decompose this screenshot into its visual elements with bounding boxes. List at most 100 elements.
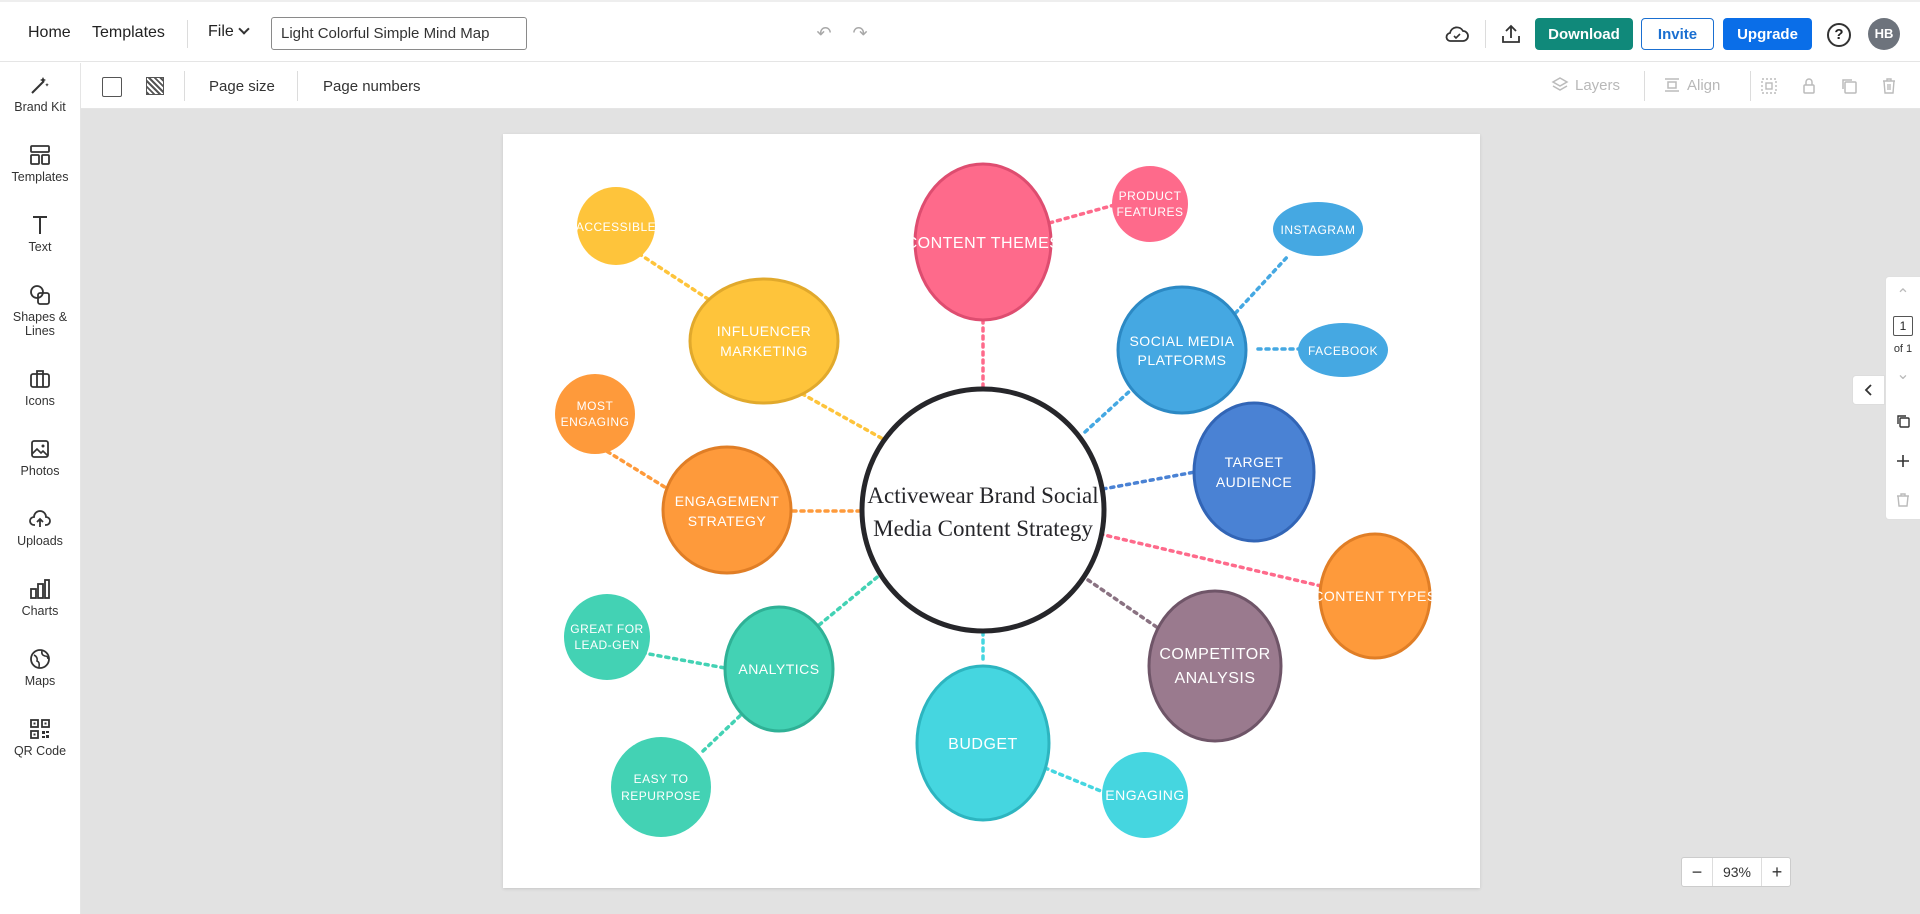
divider	[1750, 71, 1751, 101]
download-button[interactable]: Download	[1535, 18, 1633, 50]
trash-icon[interactable]	[1880, 77, 1898, 95]
sidebar-item-qr-code[interactable]: QR Code	[0, 717, 80, 758]
svg-text:CONTENT THEMES: CONTENT THEMES	[906, 235, 1061, 252]
sidebar-item-text[interactable]: Text	[0, 213, 80, 254]
lock-icon[interactable]	[1800, 77, 1818, 95]
share-upload-icon[interactable]	[1497, 20, 1525, 48]
node-most-engaging[interactable]: MOST ENGAGING	[555, 374, 635, 454]
node-label: FEATURES	[1116, 205, 1183, 219]
photo-icon	[31, 440, 49, 458]
divider	[184, 71, 185, 101]
collapse-panel-button[interactable]	[1852, 375, 1885, 405]
node-label: BUDGET	[948, 736, 1018, 753]
node-easy-to-repurpose[interactable]: EASY TO REPURPOSE	[611, 737, 711, 837]
transparency-pattern-icon[interactable]	[146, 77, 164, 95]
zoom-level[interactable]: 93%	[1712, 858, 1762, 886]
node-label: TARGET	[1225, 454, 1284, 470]
sidebar-item-label: Maps	[24, 674, 56, 688]
connector	[1040, 202, 1120, 227]
globe-icon	[30, 649, 50, 669]
svg-text:FACEBOOK: FACEBOOK	[1308, 344, 1378, 358]
file-menu[interactable]: File	[208, 23, 250, 41]
background-color-swatch[interactable]	[102, 77, 122, 97]
invite-button[interactable]: Invite	[1641, 18, 1714, 50]
align-button[interactable]: Align	[1663, 76, 1720, 94]
svg-text:MOST: MOST	[577, 399, 614, 413]
sidebar-item-photos[interactable]: Photos	[0, 437, 80, 478]
document-title-input[interactable]	[271, 17, 527, 50]
sidebar-item-uploads[interactable]: Uploads	[0, 507, 80, 548]
node-competitor-analysis[interactable]: COMPETITOR ANALYSIS	[1147, 589, 1283, 743]
node-analytics[interactable]: ANALYTICS	[723, 605, 835, 733]
sidebar-item-templates[interactable]: Templates	[0, 143, 80, 184]
layers-button[interactable]: Layers	[1551, 76, 1620, 94]
svg-text:Activewear Brand Social: Activewear Brand Social	[867, 483, 1098, 508]
delete-page-icon[interactable]	[1895, 492, 1911, 508]
svg-text:STRATEGY: STRATEGY	[688, 513, 767, 529]
add-page-icon[interactable]	[1895, 453, 1911, 469]
zoom-out-button[interactable]: −	[1682, 858, 1712, 886]
shapes-icon	[30, 285, 50, 305]
node-label: ENGAGING	[1105, 787, 1184, 803]
svg-text:COMPETITOR: COMPETITOR	[1159, 646, 1270, 663]
svg-text:EASY TO: EASY TO	[634, 772, 689, 786]
svg-text:INSTAGRAM: INSTAGRAM	[1281, 223, 1356, 237]
node-great-for-leadgen[interactable]: GREAT FOR LEAD-GEN	[564, 594, 650, 680]
upgrade-button[interactable]: Upgrade	[1723, 18, 1812, 50]
sidebar-item-label: Shapes & Lines	[12, 310, 68, 338]
templates-link[interactable]: Templates	[92, 24, 165, 42]
cloud-sync-icon[interactable]	[1443, 20, 1471, 48]
node-engaging[interactable]: ENGAGING	[1102, 752, 1188, 838]
avatar[interactable]: HB	[1868, 18, 1900, 50]
top-bar: Home Templates File ↶ ↷ Download Invite …	[0, 0, 1920, 62]
help-icon[interactable]: ?	[1827, 23, 1851, 47]
node-label: LEAD-GEN	[574, 638, 639, 652]
redo-icon[interactable]: ↷	[850, 23, 870, 43]
svg-text:FEATURES: FEATURES	[1116, 205, 1183, 219]
duplicate-page-icon[interactable]	[1895, 413, 1911, 429]
node-label: FACEBOOK	[1308, 344, 1378, 358]
duplicate-icon[interactable]	[1840, 77, 1858, 95]
text-icon	[33, 216, 47, 234]
node-label: STRATEGY	[688, 513, 767, 529]
sidebar-item-maps[interactable]: Maps	[0, 647, 80, 688]
group-icon[interactable]	[1760, 77, 1778, 95]
central-topic-line: Activewear Brand Social	[867, 483, 1098, 508]
node-social-media-platforms[interactable]: SOCIAL MEDIA PLATFORMS	[1116, 285, 1248, 415]
divider	[187, 20, 188, 48]
sidebar-item-charts[interactable]: Charts	[0, 577, 80, 618]
sidebar-item-icons[interactable]: Icons	[0, 367, 80, 408]
page-size-button[interactable]: Page size	[209, 78, 275, 95]
node-product-features[interactable]: PRODUCT FEATURES	[1112, 166, 1188, 242]
node-content-themes[interactable]: CONTENT THEMES	[906, 162, 1061, 322]
chevron-down-icon[interactable]: ⌄	[1892, 364, 1914, 386]
node-central-topic[interactable]: Activewear Brand Social Media Content St…	[859, 386, 1107, 634]
node-label: CONTENT TYPES	[1313, 588, 1436, 604]
zoom-in-button[interactable]: +	[1762, 858, 1792, 886]
node-label: INSTAGRAM	[1281, 223, 1356, 237]
node-budget[interactable]: BUDGET	[915, 664, 1051, 822]
node-influencer-marketing[interactable]: INFLUENCER MARKETING	[688, 277, 840, 405]
sidebar-item-brand-kit[interactable]: Brand Kit	[0, 73, 80, 114]
undo-icon[interactable]: ↶	[814, 23, 834, 43]
briefcase-icon	[30, 370, 50, 388]
design-page[interactable]: ACCESSIBLE INFLUENCER MARKETING MOST ENGAG…	[503, 134, 1480, 888]
zoom-control: − 93% +	[1681, 857, 1791, 887]
home-link[interactable]: Home	[28, 24, 71, 42]
chevron-up-icon[interactable]: ⌃	[1892, 285, 1914, 307]
node-target-audience[interactable]: TARGET AUDIENCE	[1192, 401, 1316, 543]
svg-text:ANALYSIS: ANALYSIS	[1174, 670, 1255, 687]
node-facebook[interactable]: FACEBOOK	[1298, 323, 1388, 377]
svg-text:REPURPOSE: REPURPOSE	[621, 789, 701, 803]
node-label: ENGAGING	[561, 415, 630, 429]
connector	[1043, 766, 1110, 796]
node-instagram[interactable]: INSTAGRAM	[1273, 202, 1363, 256]
page-numbers-button[interactable]: Page numbers	[323, 78, 421, 95]
svg-text:PLATFORMS: PLATFORMS	[1137, 352, 1226, 368]
node-engagement-strategy[interactable]: ENGAGEMENT STRATEGY	[661, 445, 793, 575]
current-page-number[interactable]: 1	[1893, 316, 1913, 336]
node-content-types[interactable]: CONTENT TYPES	[1313, 532, 1436, 660]
chevron-down-icon	[238, 23, 250, 35]
sidebar-item-shapes[interactable]: Shapes & Lines	[0, 283, 80, 338]
node-accessible[interactable]: ACCESSIBLE	[576, 187, 656, 265]
